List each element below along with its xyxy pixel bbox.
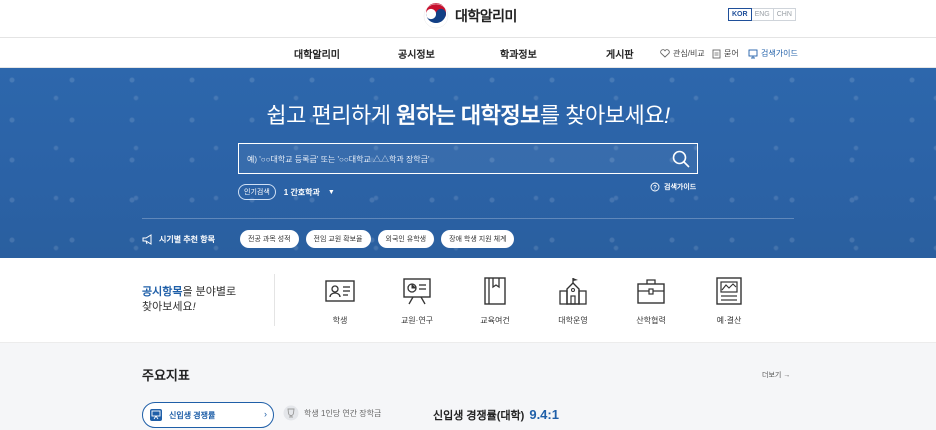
category-faculty-research-label: 교원·연구	[400, 316, 434, 325]
lang-kor[interactable]: KOR	[728, 8, 752, 21]
util-favorites[interactable]: 관심/비교	[660, 48, 705, 59]
student-card-icon	[325, 280, 355, 302]
category-student-label: 학생	[332, 316, 348, 325]
document-icon	[712, 49, 721, 58]
chip-faculty-ratio[interactable]: 전임 교원 확보율	[305, 230, 371, 248]
category-title-end: !	[192, 301, 196, 313]
metric-value-label: 신입생 경쟁률(대학)	[433, 410, 525, 422]
category-university-operation-label: 대학운영	[558, 316, 588, 325]
category-divider	[274, 274, 275, 326]
popular-search-badge: 인기검색	[238, 184, 276, 200]
category-student[interactable]: 학생	[310, 275, 370, 326]
category-education-conditions-label: 교육여건	[480, 316, 510, 325]
hero-headline: 쉽고 편리하게 원하는 대학정보를 찾아보세요!	[0, 98, 936, 130]
section-title: 주요지표	[142, 368, 190, 383]
category-section: 공시항목을 분야별로 찾아보세요! 학생 교원·연구 교육여건 대학운영 산학협…	[0, 258, 936, 342]
category-university-operation[interactable]: 대학운영	[543, 275, 603, 326]
popular-search-row: 인기검색 1 간호학과 ▼	[238, 184, 335, 200]
search-input[interactable]	[247, 150, 667, 168]
category-budget-settlement-label: 예·결산	[716, 316, 742, 325]
util-search-guide-label: 검색가이드	[761, 49, 798, 58]
chevron-right-icon: ›	[264, 409, 267, 419]
budget-chart-icon	[716, 277, 742, 305]
more-link[interactable]: 더보기 →	[762, 370, 790, 380]
category-faculty-research[interactable]: 교원·연구	[387, 275, 447, 326]
nav-item-daehak-allimi[interactable]: 대학알리미	[294, 46, 340, 61]
search-box	[238, 143, 698, 174]
key-indicators-section: 주요지표 더보기 → 신입생 경쟁률 › 학생 1인당 연간 장학금 신입생 경…	[0, 342, 936, 430]
top-bar: 대학알리미 KOR ENG CHN	[0, 0, 936, 38]
category-title: 공시항목을 분야별로 찾아보세요!	[142, 285, 236, 315]
hero-divider	[142, 218, 794, 219]
chip-disability-support[interactable]: 장애 학생 지원 체계	[441, 230, 515, 248]
metric-value: 신입생 경쟁률(대학) 9.4:1	[433, 407, 559, 423]
heart-icon	[660, 49, 670, 58]
lang-chn[interactable]: CHN	[772, 8, 796, 21]
nav-item-board[interactable]: 게시판	[606, 46, 634, 61]
category-title-highlight: 공시항목	[142, 286, 183, 298]
trophy-icon	[283, 405, 299, 421]
category-budget-settlement[interactable]: 예·결산	[699, 275, 759, 326]
category-education-conditions[interactable]: 교육여건	[465, 275, 525, 326]
category-title-rest: 을 분야별로	[182, 286, 237, 298]
hero-search-guide[interactable]: ? 검색가이드	[650, 182, 696, 192]
megaphone-icon	[142, 233, 152, 245]
caret-down-icon[interactable]: ▼	[328, 189, 335, 196]
language-switcher: KOR ENG CHN	[728, 8, 796, 21]
util-question-label: 묻어	[724, 49, 739, 58]
recommend-row: 시기별 추천 항목 전공 과목 성적 전임 교원 확보율 외국인 유학생 장애 …	[142, 230, 521, 248]
util-search-guide[interactable]: 검색가이드	[748, 48, 798, 59]
lang-eng[interactable]: ENG	[750, 8, 774, 21]
category-industry-cooperation[interactable]: 산학협력	[621, 275, 681, 326]
university-building-icon	[559, 278, 587, 305]
taegeuk-logo-icon	[423, 3, 449, 29]
presentation-icon	[150, 409, 162, 421]
monitor-icon	[748, 49, 758, 58]
question-circle-icon: ?	[650, 182, 660, 192]
headline-end: !	[663, 103, 670, 128]
hero-search-section: 쉽고 편리하게 원하는 대학정보를 찾아보세요! 인기검색 1 간호학과 ▼ ?…	[0, 68, 936, 258]
search-icon	[672, 150, 690, 168]
category-industry-cooperation-label: 산학협력	[636, 316, 666, 325]
hero-search-guide-label: 검색가이드	[664, 184, 697, 191]
category-title-line2: 찾아보세요	[142, 301, 193, 313]
metric-tab-label: 신입생 경쟁률	[169, 410, 216, 420]
svg-text:?: ?	[653, 185, 657, 191]
search-button[interactable]	[671, 149, 691, 169]
site-logo[interactable]: 대학알리미	[423, 3, 517, 29]
logo-text: 대학알리미	[455, 8, 517, 24]
book-icon	[484, 277, 506, 305]
metric-value-number: 9.4:1	[529, 407, 559, 422]
chip-major-grades[interactable]: 전공 과목 성적	[240, 230, 299, 248]
metric-tab-scholarship[interactable]: 학생 1인당 연간 장학금	[283, 405, 381, 421]
headline-suffix: 를 찾아보세요	[539, 103, 665, 128]
popular-keyword[interactable]: 1 간호학과	[284, 187, 320, 198]
metric-alt-label: 학생 1인당 연간 장학금	[304, 408, 382, 418]
recommend-label: 시기별 추천 항목	[142, 233, 240, 245]
recommend-label-text: 시기별 추천 항목	[159, 234, 215, 244]
presentation-board-icon	[403, 278, 431, 305]
headline-prefix: 쉽고 편리하게	[266, 103, 397, 128]
briefcase-icon	[637, 279, 665, 304]
nav-item-disclosure[interactable]: 공시정보	[398, 46, 435, 61]
main-nav: 대학알리미 공시정보 학과정보 게시판 관심/비교 묻어 검색가이드	[0, 39, 936, 68]
metric-tab-freshman-competition[interactable]: 신입생 경쟁률 ›	[142, 402, 274, 428]
util-question[interactable]: 묻어	[712, 48, 739, 59]
headline-bold: 원하는 대학정보	[396, 103, 540, 128]
nav-item-department[interactable]: 학과정보	[500, 46, 537, 61]
chip-foreign-students[interactable]: 외국인 유학생	[377, 230, 435, 248]
util-favorites-label: 관심/비교	[673, 49, 705, 58]
